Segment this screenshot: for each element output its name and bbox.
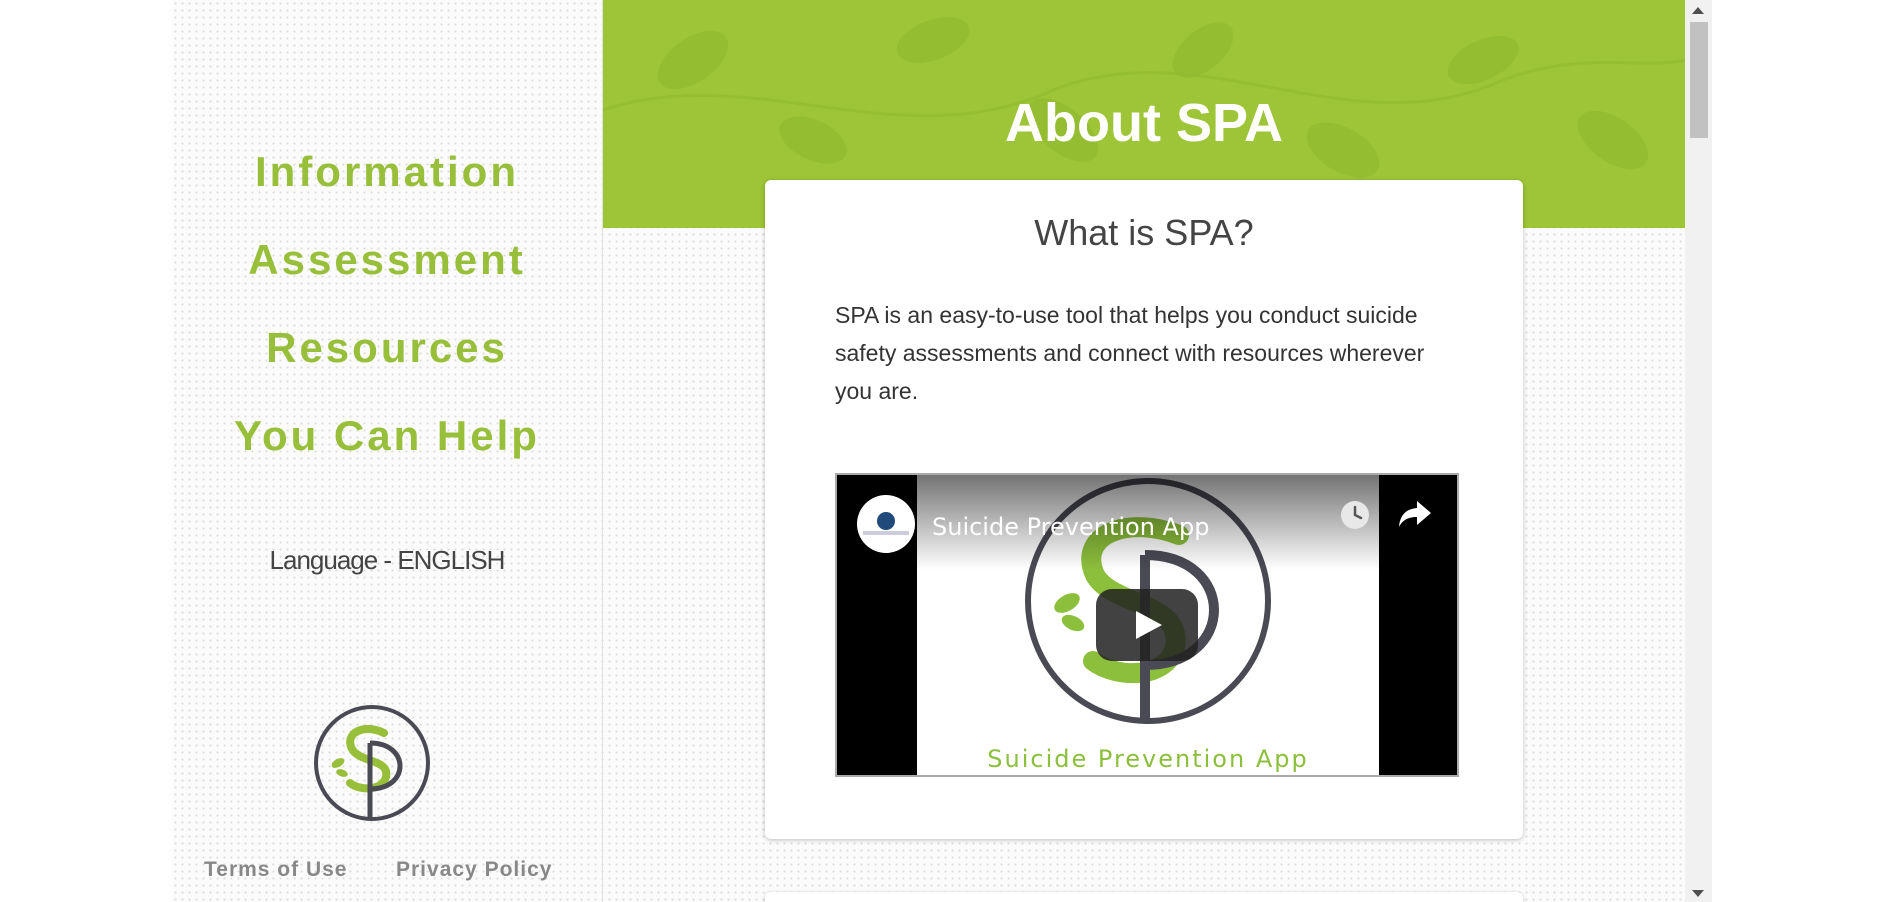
watch-later-icon[interactable] xyxy=(1339,499,1371,531)
play-button-icon[interactable] xyxy=(1096,589,1198,661)
nav-information[interactable]: Information xyxy=(172,148,602,196)
sidebar: Information Assessment Resources You Can… xyxy=(172,0,603,902)
video-title[interactable]: Suicide Prevention App xyxy=(932,513,1209,541)
next-card xyxy=(765,892,1523,902)
scroll-thumb[interactable] xyxy=(1690,22,1708,138)
scroll-down-icon[interactable] xyxy=(1692,890,1704,897)
scroll-up-icon[interactable] xyxy=(1692,7,1704,14)
nav-you-can-help[interactable]: You Can Help xyxy=(172,412,602,460)
scrollbar[interactable] xyxy=(1685,0,1712,902)
video-player[interactable]: Suicide Prevention App Suicide Preventio… xyxy=(835,473,1459,777)
about-card: What is SPA? SPA is an easy-to-use tool … xyxy=(765,180,1523,839)
nav-assessment[interactable]: Assessment xyxy=(172,236,602,284)
privacy-policy-link[interactable]: Privacy Policy xyxy=(396,858,552,882)
card-description: SPA is an easy-to-use tool that helps yo… xyxy=(835,302,1425,404)
card-title: What is SPA? xyxy=(1034,212,1254,253)
page-title: About SPA xyxy=(1005,93,1283,153)
terms-of-use-link[interactable]: Terms of Use xyxy=(204,858,348,882)
spa-logo-icon xyxy=(314,705,430,821)
language-selector[interactable]: Language - ENGLISH xyxy=(172,545,602,576)
page-frame: Information Assessment Resources You Can… xyxy=(172,0,1685,902)
video-caption: Suicide Prevention App xyxy=(987,745,1309,773)
share-icon[interactable] xyxy=(1397,497,1433,531)
channel-avatar-icon[interactable] xyxy=(857,495,915,553)
nav-resources[interactable]: Resources xyxy=(172,324,602,372)
